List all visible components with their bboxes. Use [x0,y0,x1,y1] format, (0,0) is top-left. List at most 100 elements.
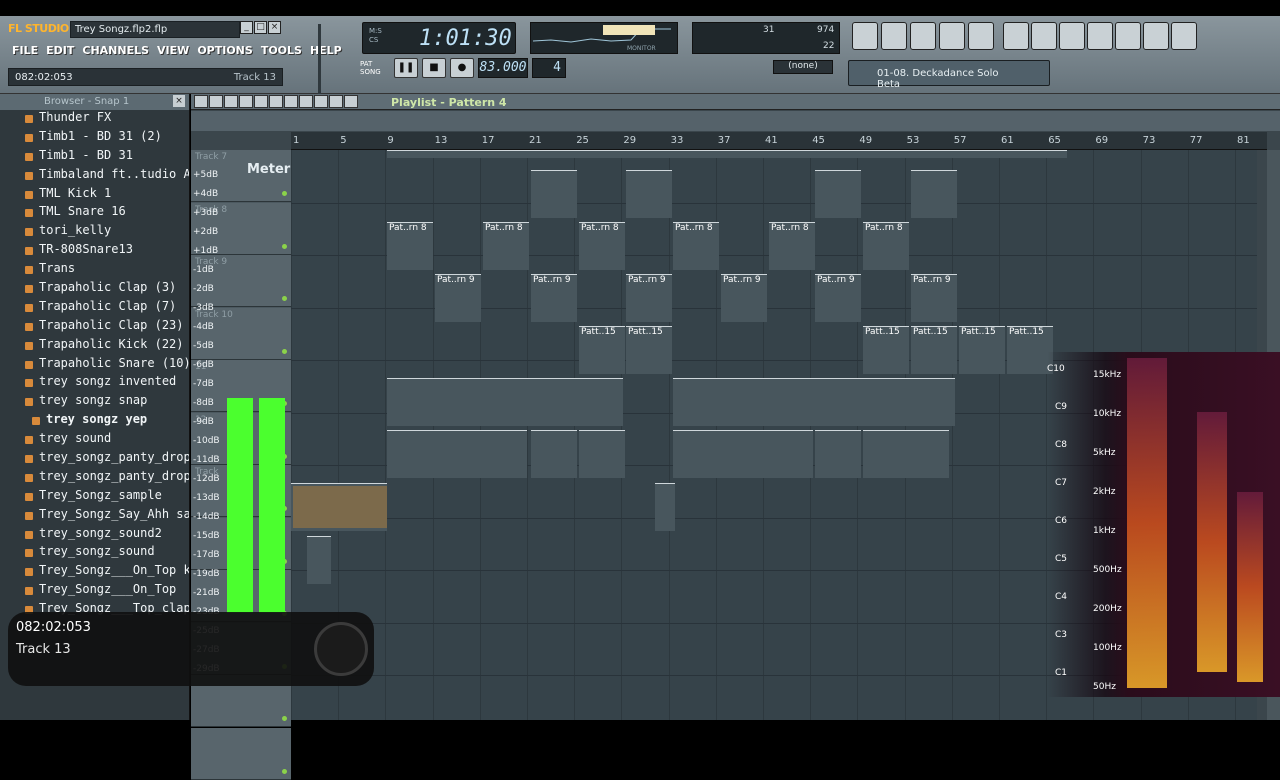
maximize-button[interactable]: □ [254,21,267,34]
menu-edit[interactable]: EDIT [46,44,74,57]
browser-item[interactable]: TML Snare 16 [0,204,189,223]
browser-item[interactable]: Timb1 - BD 31 [0,148,189,167]
pattern-clip[interactable] [673,430,813,478]
select-tool-icon[interactable] [269,95,283,108]
export-icon[interactable] [1059,22,1085,50]
track-header[interactable]: Track 9 [191,255,291,307]
record-button[interactable]: ● [450,58,474,78]
browser-item[interactable]: Trans [0,261,189,280]
pattern-clip[interactable]: Pat..rn 8 [673,222,719,270]
menu-tools[interactable]: TOOLS [261,44,302,57]
track-led-icon[interactable] [282,348,287,354]
browser-item[interactable]: trey_songz_sound2 [0,526,189,545]
audio-clip[interactable] [293,486,387,528]
menu-channels[interactable]: CHANNELS [82,44,149,57]
pattern-clip[interactable] [673,378,955,426]
cut-icon[interactable] [1087,22,1113,50]
search-icon[interactable] [1115,22,1141,50]
pattern-clip[interactable] [863,430,949,478]
browser-item[interactable]: trey_songz_panty_droppa_2 [0,469,189,488]
pattern-clip[interactable] [387,378,623,426]
master-volume-slider[interactable] [312,24,326,94]
delete-tool-icon[interactable] [224,95,238,108]
browser-item[interactable]: Timb1 - BD 31 (2) [0,129,189,148]
step-sequencer-icon[interactable] [881,22,907,50]
snap-selector[interactable]: (none) [773,60,833,74]
pattern-clip[interactable]: Pat..rn 8 [579,222,625,270]
close-browser-button[interactable]: × [173,95,185,107]
pattern-clip[interactable] [579,430,625,478]
browser-item[interactable]: trey_songz_panty_droppa [0,450,189,469]
pattern-clip[interactable] [531,170,577,218]
playlist-title[interactable]: Playlist - Pattern 4 [391,96,507,109]
track-header[interactable] [191,727,291,780]
pattern-tool-icon[interactable] [329,95,343,108]
grid-tool-icon[interactable] [344,95,358,108]
pattern-clip[interactable]: Patt..15 [626,326,672,374]
jog-knob[interactable] [314,622,368,676]
pattern-clip[interactable]: Pat..rn 9 [815,274,861,322]
browser-item[interactable]: Timbaland ft..tudio Acapella) [0,167,189,186]
pattern-clip[interactable]: Pat..rn 9 [911,274,957,322]
piano-roll-icon[interactable] [910,22,936,50]
browser-item[interactable]: tori_kelly [0,223,189,242]
browser-item[interactable]: Trapaholic Snare (10) [0,356,189,375]
tempo-display[interactable]: 83.000 [478,58,528,78]
mixer-icon[interactable] [968,22,994,50]
browser-item[interactable]: Trapaholic Clap (3) [0,280,189,299]
browser-item[interactable]: trey songz yep [0,412,189,431]
menu-file[interactable]: FILE [12,44,38,57]
minimize-button[interactable]: _ [240,21,253,34]
browser-item[interactable]: Thunder FX [0,110,189,129]
browser-item[interactable]: trey sound [0,431,189,450]
pattern-clip[interactable]: Pat..rn 9 [435,274,481,322]
output-browser[interactable]: 01-08. Deckadance Solo Beta [848,60,1050,90]
pattern-clip[interactable] [815,170,861,218]
mute-tool-icon[interactable] [239,95,253,108]
browser-item[interactable]: TML Kick 1 [0,186,189,205]
paint-tool-icon[interactable] [209,95,223,108]
browser-item[interactable]: Trey_Songz_sample [0,488,189,507]
playlist-navigator[interactable] [191,111,1280,131]
draw-tool-icon[interactable] [194,95,208,108]
pattern-clip[interactable] [911,170,957,218]
browser-icon[interactable] [939,22,965,50]
help-icon[interactable] [1171,22,1197,50]
pattern-clip[interactable]: Pat..rn 8 [769,222,815,270]
pattern-clip[interactable] [626,170,672,218]
browser-item[interactable]: Trapaholic Clap (7) [0,299,189,318]
pattern-clip[interactable] [655,483,675,531]
pattern-clip[interactable]: Pat..rn 9 [626,274,672,322]
pattern-clip[interactable]: Pat..rn 8 [483,222,529,270]
pattern-clip[interactable]: Patt..15 [911,326,957,374]
timeline-ruler[interactable]: 1 5 9 13 17 21 25 29 33 37 41 45 49 53 57 61 65 69 73 77 81 [291,132,1267,150]
pattern-selector[interactable]: 4 [532,58,566,78]
pause-button[interactable]: ❚❚ [394,58,418,78]
save-icon[interactable] [1031,22,1057,50]
zoom-tool-icon[interactable] [284,95,298,108]
browser-item[interactable]: trey_songz_sound [0,544,189,563]
slice-tool-icon[interactable] [254,95,268,108]
menu-view[interactable]: VIEW [157,44,189,57]
pattern-clip[interactable]: Pat..rn 9 [531,274,577,322]
pat-song-switch[interactable]: PAT SONG [360,60,390,76]
track-led-icon[interactable] [282,191,287,196]
browser-item[interactable]: trey songz invented [0,374,189,393]
browser-item[interactable]: Trey_Songz_Say_Ahh sample [0,507,189,526]
browser-item[interactable]: Trey_Songz___On_Top key [0,563,189,582]
pattern-clip[interactable] [387,150,1067,158]
pattern-clip[interactable]: Patt..15 [579,326,625,374]
playback-tool-icon[interactable] [299,95,313,108]
browser-item[interactable]: TR-808Snare13 [0,242,189,261]
snap-tool-icon[interactable] [314,95,328,108]
pattern-clip[interactable] [815,430,861,478]
browser-item[interactable]: trey songz snap [0,393,189,412]
menu-options[interactable]: OPTIONS [197,44,253,57]
pattern-clip[interactable]: Patt..15 [959,326,1005,374]
track-led-icon[interactable] [282,243,287,249]
pattern-clip[interactable]: Pat..rn 9 [721,274,767,322]
pattern-clip[interactable]: Pat..rn 8 [863,222,909,270]
track-led-icon[interactable] [282,716,287,721]
stop-button[interactable]: ■ [422,58,446,78]
pattern-clip[interactable] [531,430,577,478]
